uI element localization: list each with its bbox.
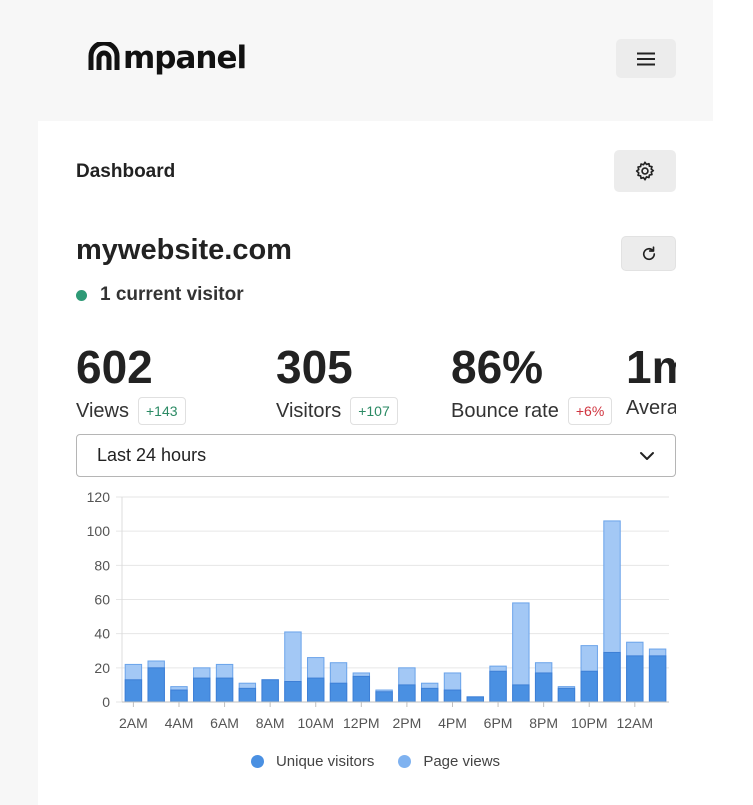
logo-text: mpanel (123, 39, 247, 76)
y-tick-label: 100 (87, 523, 111, 539)
bar-unique-visitors (512, 684, 530, 703)
dashboard-card: Dashboard mywebsite.com 1 current visito… (38, 121, 713, 805)
bar-unique-visitors (466, 696, 484, 703)
x-tick-label: 8PM (529, 715, 558, 731)
bar-unique-visitors (261, 679, 279, 703)
legend-label: Page views (423, 753, 501, 770)
metric-value: 305 (276, 341, 353, 393)
x-tick-label: 12PM (343, 715, 380, 731)
x-tick-label: 12AM (617, 715, 654, 731)
metric-label: Views (76, 399, 129, 422)
live-dot-icon (76, 289, 87, 301)
chevron-down-icon (640, 451, 654, 460)
change-badge: +6% (567, 397, 613, 425)
metric-label: Bounce rate (451, 399, 559, 422)
bar-unique-visitors (147, 667, 165, 703)
metric-value: 86% (451, 341, 544, 393)
bar-unique-visitors (603, 651, 621, 703)
bar-unique-visitors (534, 672, 553, 703)
bar-unique-visitors (284, 681, 302, 703)
y-tick-label: 20 (94, 660, 110, 676)
website-title: mywebsite.com (76, 234, 292, 266)
x-tick-label: 4AM (165, 715, 194, 731)
bar-unique-visitors (170, 689, 188, 703)
change-badge: +107 (350, 397, 398, 425)
metric-label: Average (626, 397, 676, 419)
x-tick-label: 4PM (438, 715, 467, 731)
logo-mark-icon (88, 42, 120, 70)
legend-dot-icon (398, 755, 412, 768)
x-tick-label: 6PM (484, 715, 513, 731)
top-header: mpanel (0, 0, 713, 120)
metrics-row: 602 Views +143 305 Visitors +107 86% Bou… (76, 339, 676, 425)
legend-item-page-views[interactable]: Page views (398, 753, 500, 770)
bar-unique-visitors (352, 675, 371, 703)
metric-value: 1m (626, 341, 676, 393)
refresh-button[interactable] (621, 236, 676, 271)
bar-unique-visitors (489, 670, 507, 703)
x-tick-label: 8AM (256, 715, 285, 731)
bar-unique-visitors (443, 689, 462, 703)
legend-label: Unique visitors (275, 753, 375, 770)
current-visitors-text: 1 current visitor (100, 284, 244, 305)
bar-unique-visitors (215, 677, 234, 703)
bar-unique-visitors (648, 655, 667, 703)
bar-unique-visitors (329, 682, 348, 703)
legend-item-unique-visitors[interactable]: Unique visitors (250, 753, 375, 770)
bar-unique-visitors (238, 687, 257, 703)
x-tick-label: 2PM (392, 715, 421, 731)
bar-unique-visitors (193, 677, 211, 703)
visitors-bar-chart: 0 20 40 60 80 100 120 2AM 4AM 6AM 8AM 10AM 12PM 2PM 4P… (87, 489, 669, 731)
current-visitors: 1 current visitor (76, 284, 244, 306)
bar-unique-visitors (420, 687, 439, 703)
mpanel-logo[interactable]: mpanel (88, 38, 247, 78)
bar-unique-visitors (626, 655, 644, 703)
bar-unique-visitors (580, 670, 598, 703)
page-title: Dashboard (76, 161, 176, 182)
y-tick-label: 40 (94, 626, 110, 642)
x-tick-label: 10PM (571, 715, 608, 731)
metric-label: Visitors (276, 399, 342, 422)
y-tick-label: 0 (102, 694, 110, 710)
metric-average-time[interactable]: 1m Average (626, 339, 676, 420)
period-select[interactable]: Last 24 hours (76, 434, 676, 477)
x-tick-label: 6AM (210, 715, 239, 731)
y-tick-label: 120 (87, 489, 111, 505)
settings-button[interactable] (614, 150, 676, 192)
legend-dot-icon (250, 755, 264, 768)
metric-views[interactable]: 602 Views +143 (76, 339, 186, 425)
metric-bounce-rate[interactable]: 86% Bounce rate +6% (451, 339, 613, 425)
bar-unique-visitors (398, 684, 416, 703)
bar-unique-visitors (124, 679, 143, 703)
metric-value: 602 (76, 341, 153, 393)
metric-visitors[interactable]: 305 Visitors +107 (276, 339, 398, 425)
bar-unique-visitors (307, 677, 325, 703)
period-select-value: Last 24 hours (97, 445, 207, 465)
y-tick-label: 60 (94, 592, 110, 608)
refresh-icon (642, 245, 655, 260)
x-tick-label: 2AM (119, 715, 148, 731)
x-tick-label: 10AM (297, 715, 334, 731)
y-tick-label: 80 (94, 557, 110, 573)
gear-icon (635, 161, 655, 181)
hamburger-icon (637, 52, 655, 65)
menu-button[interactable] (616, 39, 676, 78)
bar-unique-visitors (375, 691, 393, 703)
change-badge: +143 (138, 397, 186, 425)
bar-unique-visitors (557, 687, 576, 703)
chart-legend: Unique visitors Page views (38, 753, 713, 770)
